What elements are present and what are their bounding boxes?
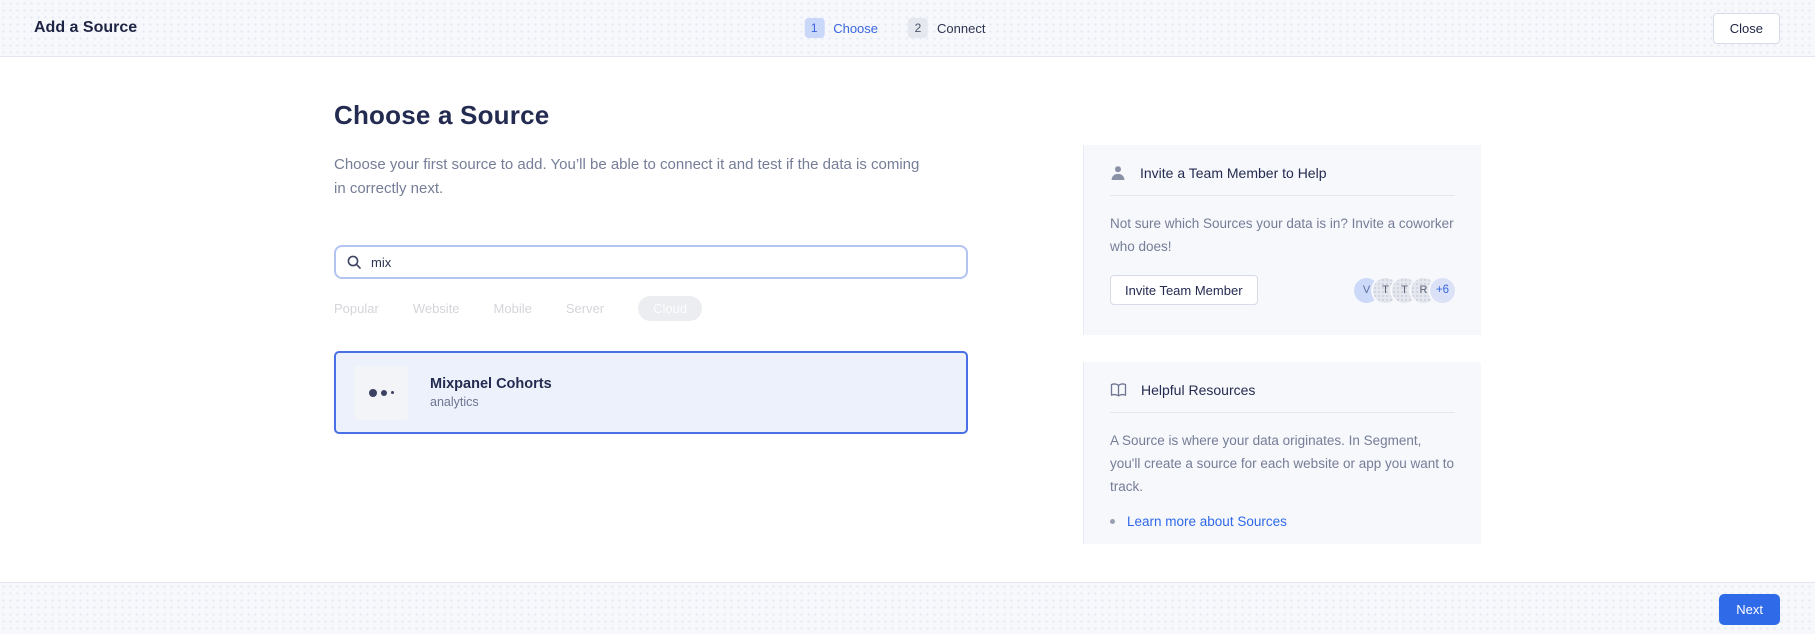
resources-panel-text: A Source is where your data originates. … xyxy=(1110,429,1455,498)
step-choose-number: 1 xyxy=(804,18,824,38)
search-input[interactable] xyxy=(371,255,956,270)
step-connect[interactable]: 2 Connect xyxy=(908,18,985,38)
bottom-bar: Next xyxy=(0,582,1815,634)
helpful-resources-panel: Helpful Resources A Source is where your… xyxy=(1083,362,1481,544)
choose-source-section: Choose a Source Choose your first source… xyxy=(334,100,968,434)
source-name: Mixpanel Cohorts xyxy=(430,376,552,392)
invite-panel-text: Not sure which Sources your data is in? … xyxy=(1110,212,1455,258)
step-choose-label: Choose xyxy=(833,21,878,36)
add-source-modal: Add a Source 1 Choose 2 Connect Close Ch… xyxy=(0,0,1815,634)
search-icon xyxy=(346,254,362,270)
page-title: Choose a Source xyxy=(334,100,968,131)
invite-team-panel: Invite a Team Member to Help Not sure wh… xyxy=(1083,145,1481,335)
step-connect-number: 2 xyxy=(908,18,928,38)
close-button[interactable]: Close xyxy=(1713,13,1780,44)
learn-more-sources-link[interactable]: Learn more about Sources xyxy=(1127,514,1287,529)
avatar-overflow-badge: +6 xyxy=(1430,278,1455,303)
person-icon xyxy=(1110,165,1126,181)
team-avatar-stack: V T T R +6 xyxy=(1354,278,1455,303)
invite-team-member-button[interactable]: Invite Team Member xyxy=(1110,275,1258,305)
source-card-mixpanel-cohorts[interactable]: Mixpanel Cohorts analytics xyxy=(334,351,968,434)
page-description: Choose your first source to add. You’ll … xyxy=(334,153,934,201)
tab-popular[interactable]: Popular xyxy=(334,296,379,321)
tab-server[interactable]: Server xyxy=(566,296,604,321)
source-search-box[interactable] xyxy=(334,245,968,279)
invite-panel-title: Invite a Team Member to Help xyxy=(1140,165,1327,181)
mixpanel-dots-logo xyxy=(354,366,408,420)
tab-website[interactable]: Website xyxy=(413,296,460,321)
source-category: analytics xyxy=(430,395,552,409)
tab-cloud[interactable]: Cloud xyxy=(638,296,702,321)
list-bullet xyxy=(1110,519,1115,524)
main-content: Choose a Source Choose your first source… xyxy=(0,57,1815,582)
book-icon xyxy=(1110,382,1127,398)
category-tabs: Popular Website Mobile Server Cloud xyxy=(334,296,968,321)
step-connect-label: Connect xyxy=(937,21,985,36)
top-bar: Add a Source 1 Choose 2 Connect Close xyxy=(0,0,1815,57)
next-button[interactable]: Next xyxy=(1719,594,1780,625)
step-choose[interactable]: 1 Choose xyxy=(804,18,878,38)
resources-panel-title: Helpful Resources xyxy=(1141,382,1255,398)
tab-mobile[interactable]: Mobile xyxy=(494,296,532,321)
window-title: Add a Source xyxy=(34,19,137,37)
step-indicator: 1 Choose 2 Connect xyxy=(804,18,985,38)
help-sidebar: Invite a Team Member to Help Not sure wh… xyxy=(1083,145,1481,544)
